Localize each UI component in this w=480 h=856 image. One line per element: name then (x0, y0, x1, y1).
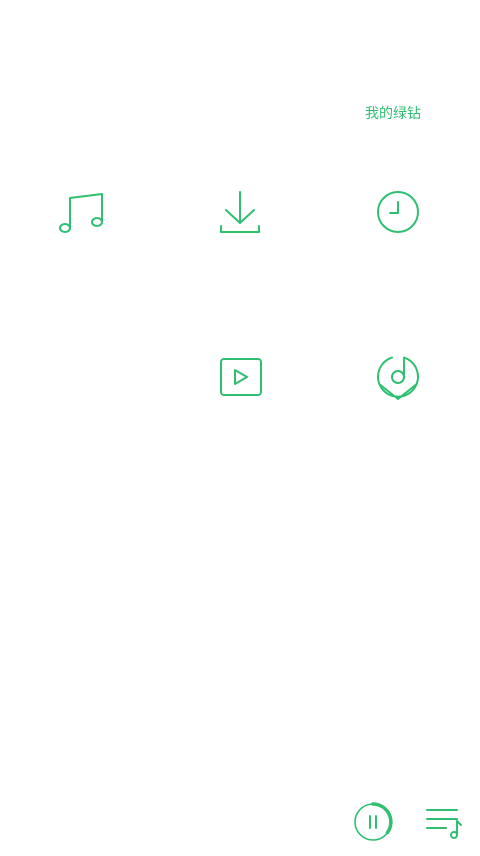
playlist-icon (426, 809, 462, 839)
playlist-button[interactable] (424, 806, 464, 840)
music-note-icon[interactable] (58, 188, 106, 236)
pause-button[interactable] (352, 801, 394, 843)
download-icon[interactable] (216, 188, 264, 236)
music-location-icon[interactable] (374, 353, 422, 401)
play-video-icon[interactable] (216, 353, 264, 401)
my-green-diamond-link[interactable]: 我的绿钻 (365, 104, 421, 124)
pause-icon (354, 802, 393, 841)
clock-icon[interactable] (374, 188, 422, 236)
